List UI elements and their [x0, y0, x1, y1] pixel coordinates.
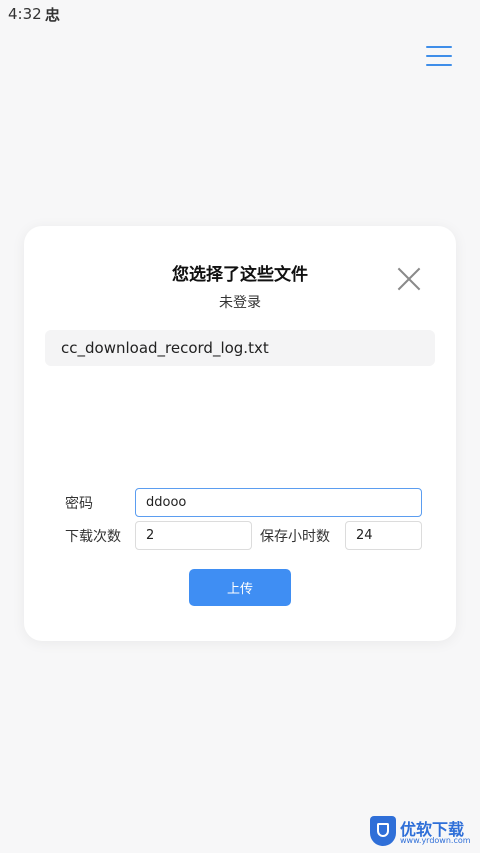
login-status: 未登录 — [219, 295, 261, 311]
password-label: 密码 — [65, 496, 93, 512]
file-upload-dialog: 您选择了这些文件 未登录 cc_download_record_log.txt … — [24, 226, 456, 641]
dialog-title: 您选择了这些文件 — [172, 265, 308, 285]
hamburger-menu-icon[interactable] — [422, 42, 456, 70]
upload-button[interactable]: 上传 — [189, 569, 291, 606]
close-icon[interactable] — [396, 266, 422, 292]
keep-hours-label: 保存小时数 — [260, 529, 330, 545]
menu-line — [426, 64, 452, 66]
watermark-logo: 优软下载 www.yrdown.com — [368, 814, 476, 850]
shield-icon — [370, 816, 396, 846]
file-item: cc_download_record_log.txt — [45, 330, 435, 366]
download-count-label: 下载次数 — [65, 529, 121, 545]
keep-hours-input[interactable] — [345, 521, 422, 550]
notification-icon: 忠 — [45, 6, 61, 24]
download-count-input[interactable] — [135, 521, 252, 550]
menu-line — [426, 55, 452, 57]
file-list: cc_download_record_log.txt — [45, 330, 435, 366]
watermark-url: www.yrdown.com — [400, 836, 471, 845]
status-bar: 4:32 忠 — [0, 0, 480, 28]
status-time: 4:32 — [8, 5, 42, 23]
menu-line — [426, 46, 452, 48]
password-input[interactable] — [135, 488, 422, 517]
